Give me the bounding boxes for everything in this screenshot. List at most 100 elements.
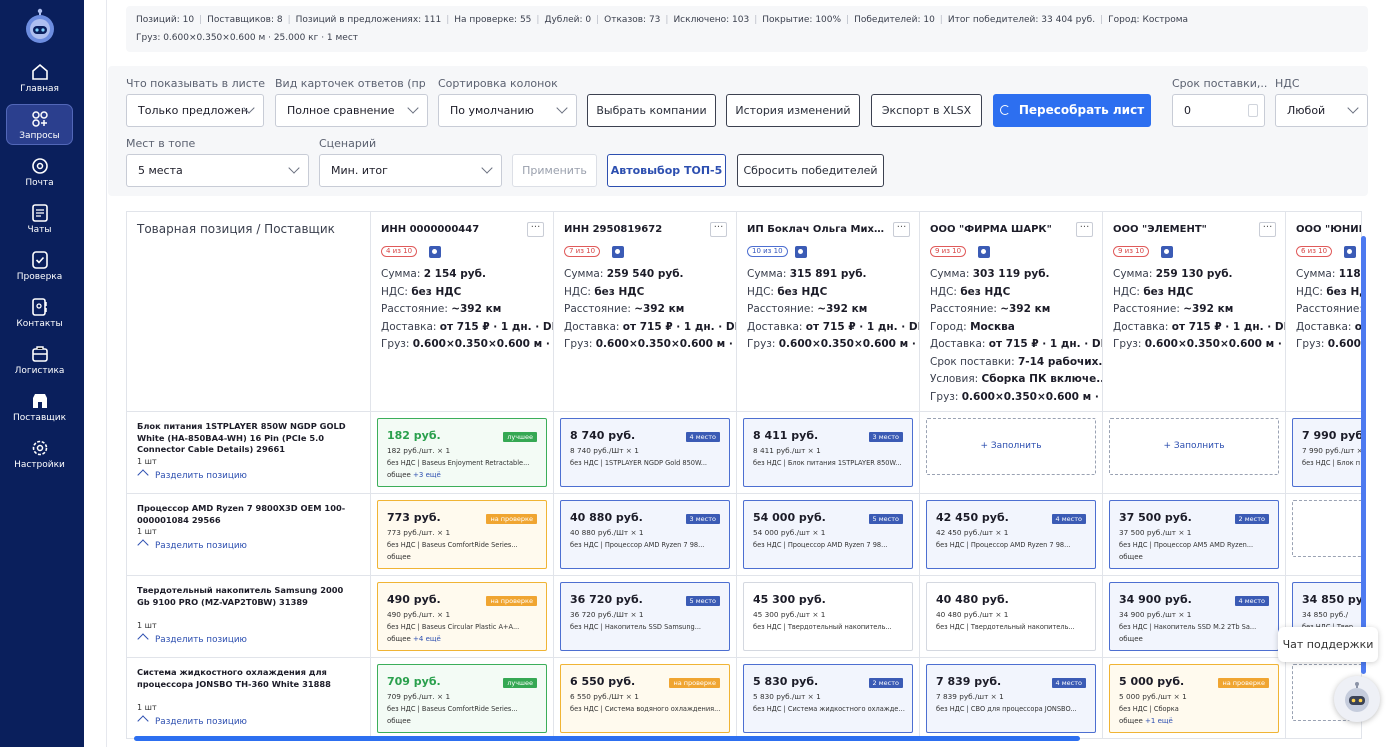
offer-card[interactable]: 42 450 руб. 4 место 42 450 руб./шт × 1 без …	[926, 500, 1096, 569]
offer-card[interactable]: 36 720 руб. 5 место 36 720 руб./Шт × 1 без …	[560, 582, 730, 651]
offer-card[interactable]: 40 480 руб. 40 480 руб./шт × 1 без НДС | Т…	[926, 582, 1096, 651]
sidebar-item-supplier[interactable]: Поставщик	[6, 387, 73, 428]
history-button[interactable]: История изменений	[726, 94, 860, 127]
sidebar-item-label: Запросы	[19, 131, 60, 141]
more-menu-icon[interactable]: ···	[893, 222, 910, 237]
auto-top-button[interactable]: Автовыбор ТОП-5	[607, 154, 726, 187]
more-menu-icon[interactable]: ···	[527, 222, 544, 237]
sidebar-item-mail[interactable]: Почта	[6, 152, 73, 193]
split-position-link[interactable]: Разделить позицию	[137, 468, 247, 481]
eye-icon[interactable]	[1161, 246, 1173, 258]
sidebar-item-settings[interactable]: Настройки	[6, 434, 73, 475]
offer-card[interactable]: 8 740 руб. 4 место 8 740 руб./Шт × 1 без НД…	[560, 418, 730, 487]
offer-card[interactable]: 40 880 руб. 3 место 40 880 руб./Шт × 1 без …	[560, 500, 730, 569]
supplier-name[interactable]: ООО "ЭЛЕМЕНТ"	[1113, 224, 1253, 235]
chevron-down-icon	[288, 162, 300, 174]
supplier-name[interactable]: ИНН 2950819672	[564, 224, 704, 235]
offer-card[interactable]: 490 руб. на проверке 490 руб./шт. × 1 без Н…	[377, 582, 547, 651]
sidebar-item-contacts[interactable]: Контакты	[6, 293, 73, 334]
offer-cell: 182 руб. лучшее 182 руб./шт. × 1 без НДС | …	[371, 412, 554, 494]
offer-cell: 45 300 руб. 45 300 руб./шт × 1 без НДС | Т…	[737, 576, 920, 658]
offer-more-link[interactable]: +3 ещё	[413, 471, 441, 479]
fill-offer-button[interactable]: + Заполнить	[926, 418, 1096, 475]
info-value: 259 130 руб.	[1155, 268, 1233, 280]
eye-icon[interactable]	[429, 246, 441, 258]
offer-card[interactable]: 54 000 руб. 5 место 54 000 руб./шт × 1 без …	[743, 500, 913, 569]
chat-icon	[31, 204, 48, 222]
apply-button[interactable]: Применить	[512, 154, 597, 187]
reset-winners-button[interactable]: Сбросить победителей	[737, 154, 884, 187]
offer-card[interactable]: 709 руб. лучшее 709 руб./шт. × 1 без НДС | …	[377, 664, 547, 733]
info-key: НДС:	[381, 285, 408, 298]
app-logo[interactable]	[20, 8, 60, 46]
offer-card[interactable]: 6 550 руб. на проверке 6 550 руб./Шт × 1 бе…	[560, 664, 730, 733]
offer-card[interactable]: 7 839 руб. 4 место 7 839 руб./шт × 1 без НД…	[926, 664, 1096, 733]
fill-offer-button[interactable]: + За	[1292, 500, 1361, 557]
info-value: 0.600×0.350×0.600 м · ...	[595, 338, 737, 350]
horizontal-scrollbar[interactable]	[134, 736, 1080, 741]
offer-card[interactable]: 773 руб. на проверке 773 руб./шт. × 1 без Н…	[377, 500, 547, 569]
offer-unit-price: 709 руб./шт. × 1	[387, 692, 451, 701]
chevron-down-icon	[1347, 102, 1359, 114]
show-select[interactable]: Только предложен	[126, 94, 264, 127]
supplier-name[interactable]: ИП Боклач Ольга Михайло...	[747, 224, 887, 235]
offer-more-link[interactable]: +1 ещё	[1145, 717, 1173, 725]
scenario-select[interactable]: Мин. итог	[319, 154, 502, 187]
sidebar-item-logistics[interactable]: Логистика	[6, 340, 73, 381]
more-menu-icon[interactable]: ···	[1259, 222, 1276, 237]
sidebar-item-chat[interactable]: Чаты	[6, 199, 73, 240]
info-value: ~392 км	[1183, 303, 1234, 315]
offer-description: без НДС | Система водяного охлаждения...	[570, 705, 721, 713]
delivery-input[interactable]: 0	[1172, 94, 1265, 127]
offer-cell: 773 руб. на проверке 773 руб./шт. × 1 без Н…	[371, 494, 554, 576]
rank-badge: 10 из 10	[747, 246, 788, 257]
offer-card[interactable]: 5 830 руб. 2 место 5 830 руб./шт × 1 без НД…	[743, 664, 913, 733]
sort-select[interactable]: По умолчанию	[438, 94, 577, 127]
supplier-name[interactable]: ИНН 0000000447	[381, 224, 521, 235]
eye-icon[interactable]	[1344, 246, 1356, 258]
choose-companies-button[interactable]: Выбрать компании	[587, 94, 716, 127]
vertical-scrollbar[interactable]	[1361, 236, 1366, 674]
supplier-name[interactable]: ООО "ЮНИКОМ	[1296, 224, 1361, 235]
supplier-name[interactable]: ООО "ФИРМА ШАРК"	[930, 224, 1070, 235]
export-xlsx-button[interactable]: Экспорт в XLSX	[871, 94, 982, 127]
offer-card[interactable]: 182 руб. лучшее 182 руб./шт. × 1 без НДС | …	[377, 418, 547, 487]
top-select[interactable]: 5 места	[126, 154, 309, 187]
settings-icon	[32, 440, 47, 456]
position-row-label: Процессор AMD Ryzen 7 9800X3D OEM 100-00…	[127, 494, 371, 576]
eye-icon[interactable]	[612, 246, 624, 258]
vat-select[interactable]: Любой	[1275, 94, 1368, 127]
offer-extra-label: общее	[1119, 717, 1143, 725]
offer-place-badge: 4 место	[1234, 596, 1269, 606]
offer-card[interactable]: 5 000 руб. на проверке 5 000 руб./шт × 1 бе…	[1109, 664, 1279, 733]
offer-card[interactable]: 34 900 руб. 4 место 34 900 руб./шт × 1 без …	[1109, 582, 1279, 651]
info-key: Условия:	[930, 373, 979, 385]
support-chat-button[interactable]	[1334, 676, 1380, 722]
eye-icon[interactable]	[978, 246, 990, 258]
info-key: Груз:	[1113, 338, 1142, 350]
rebuild-sheet-button[interactable]: Пересобрать лист	[993, 94, 1151, 127]
position-qty: 1 шт	[137, 620, 157, 630]
offer-more-link[interactable]: +4 ещё	[413, 635, 441, 643]
split-position-link[interactable]: Разделить позицию	[137, 714, 247, 727]
table-header-title: Товарная позиция / Поставщик	[137, 222, 335, 236]
offer-card[interactable]: 37 500 руб. 2 место 37 500 руб./шт × 1 без …	[1109, 500, 1279, 569]
more-menu-icon[interactable]: ···	[710, 222, 727, 237]
offer-card[interactable]: 45 300 руб. 45 300 руб./шт × 1 без НДС | Т…	[743, 582, 913, 651]
cards-select[interactable]: Полное сравнение	[275, 94, 428, 127]
stepper-icon[interactable]	[1248, 104, 1258, 117]
sidebar-item-home[interactable]: Главная	[6, 58, 73, 99]
offer-card[interactable]: 8 411 руб. 3 место 8 411 руб./шт × 1 без НД…	[743, 418, 913, 487]
fill-offer-button[interactable]: + Заполнить	[1109, 418, 1279, 475]
summary-stat: Победителей: 10	[854, 15, 935, 25]
split-position-link[interactable]: Разделить позицию	[137, 632, 247, 645]
more-menu-icon[interactable]: ···	[1076, 222, 1093, 237]
eye-icon[interactable]	[795, 246, 807, 258]
offer-price: 34 850 руб.	[1302, 593, 1362, 606]
split-position-link[interactable]: Разделить позицию	[137, 539, 247, 551]
sidebar-item-requests[interactable]: Запросы	[6, 104, 73, 145]
sidebar-item-check[interactable]: Проверка	[6, 246, 73, 287]
offer-cell: 42 450 руб. 4 место 42 450 руб./шт × 1 без …	[920, 494, 1103, 576]
info-key: Город:	[930, 320, 967, 333]
offer-card[interactable]: 7 990 руб. 7 990 руб./шт × 1 без НДС | Бло…	[1292, 418, 1361, 487]
